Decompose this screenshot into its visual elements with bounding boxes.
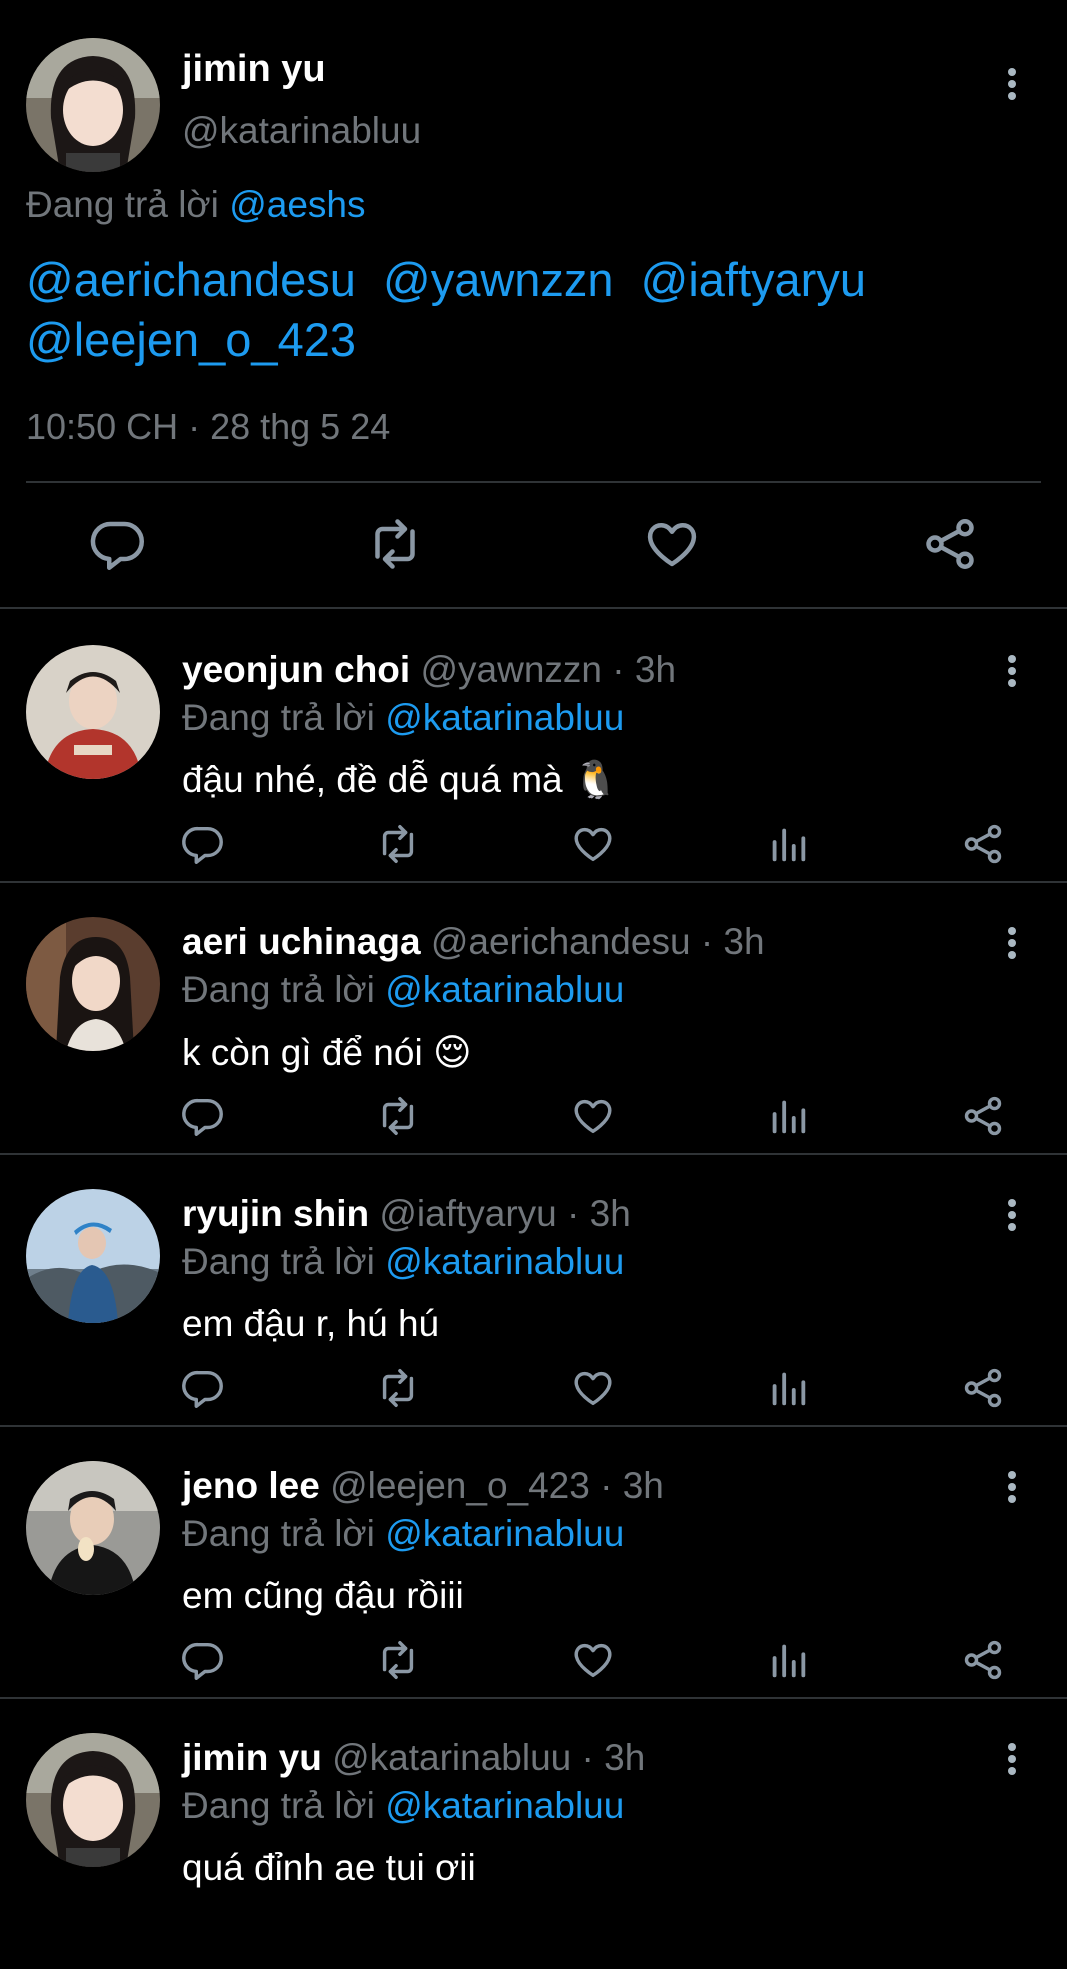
views-icon[interactable] xyxy=(765,821,811,867)
divider xyxy=(26,481,1041,483)
reply-header: yeonjun choi @yawnzzn · 3h xyxy=(182,649,676,691)
more-options-icon[interactable] xyxy=(997,923,1027,963)
replying-to: Đang trả lời @katarinabluu xyxy=(182,1241,624,1283)
replying-to-handle[interactable]: @katarinabluu xyxy=(385,1785,624,1826)
reply-text: đậu nhé, đề dễ quá mà 🐧 xyxy=(182,759,619,800)
mention-link[interactable]: @yawnzzn xyxy=(383,253,614,306)
retweet-icon[interactable] xyxy=(375,821,421,867)
replying-to-handle[interactable]: @katarinabluu xyxy=(385,969,624,1010)
display-name[interactable]: jimin yu xyxy=(182,1737,322,1778)
views-icon[interactable] xyxy=(765,1637,811,1683)
replying-to: Đang trả lời @katarinabluu xyxy=(182,969,624,1011)
reply-header: aeri uchinaga @aerichandesu · 3h xyxy=(182,921,765,963)
retweet-icon[interactable] xyxy=(375,1365,421,1411)
replying-to: Đang trả lời @katarinabluu xyxy=(182,1785,624,1827)
replying-to: Đang trả lời @katarinabluu xyxy=(182,697,624,739)
replying-to-label: Đang trả lời xyxy=(182,1241,375,1282)
reply-tweet[interactable]: jeno lee @leejen_o_423 · 3h Đang trả lời… xyxy=(0,1425,1067,1699)
retweet-icon[interactable] xyxy=(375,1093,421,1139)
reply-text: em cũng đậu rồiii xyxy=(182,1575,464,1616)
relative-time: · 3h xyxy=(581,1737,646,1778)
reply-tweet[interactable]: aeri uchinaga @aerichandesu · 3h Đang tr… xyxy=(0,881,1067,1155)
display-name[interactable]: jimin yu xyxy=(182,48,326,91)
reply-header: jeno lee @leejen_o_423 · 3h xyxy=(182,1465,664,1507)
replying-to-label: Đang trả lời xyxy=(182,1785,375,1826)
replying-to-label: Đang trả lời xyxy=(182,697,375,738)
avatar[interactable] xyxy=(26,1189,160,1323)
mention-link[interactable]: @aerichandesu xyxy=(26,253,356,306)
avatar[interactable] xyxy=(26,1733,160,1867)
replying-to-handle[interactable]: @katarinabluu xyxy=(385,697,624,738)
like-icon[interactable] xyxy=(642,514,702,574)
share-icon[interactable] xyxy=(960,821,1006,867)
more-options-icon[interactable] xyxy=(997,1467,1027,1507)
more-options-icon[interactable] xyxy=(997,1739,1027,1779)
replying-to-label: Đang trả lời xyxy=(182,969,375,1010)
display-name[interactable]: ryujin shin xyxy=(182,1193,369,1234)
user-handle[interactable]: @iaftyaryu xyxy=(379,1193,556,1234)
more-options-icon[interactable] xyxy=(997,64,1027,104)
mention-link[interactable]: @iaftyaryu xyxy=(641,253,866,306)
reply-tweet[interactable]: jimin yu @katarinabluu · 3h Đang trả lời… xyxy=(0,1697,1067,1969)
replying-to: Đang trả lời @aeshs xyxy=(26,184,365,226)
reply-header: jimin yu @katarinabluu · 3h xyxy=(182,1737,645,1779)
tweet-text: @aerichandesu @yawnzzn @iaftyaryu @leeje… xyxy=(26,250,1026,370)
replying-to-handle[interactable]: @katarinabluu xyxy=(385,1241,624,1282)
like-icon[interactable] xyxy=(570,821,616,867)
avatar[interactable] xyxy=(26,917,160,1051)
avatar[interactable] xyxy=(26,38,160,172)
user-handle[interactable]: @katarinabluu xyxy=(332,1737,571,1778)
replying-to: Đang trả lời @katarinabluu xyxy=(182,1513,624,1555)
views-icon[interactable] xyxy=(765,1365,811,1411)
share-icon[interactable] xyxy=(960,1093,1006,1139)
reply-icon[interactable] xyxy=(180,1093,226,1139)
retweet-icon[interactable] xyxy=(365,514,425,574)
user-handle[interactable]: @katarinabluu xyxy=(182,110,421,152)
reply-text: k còn gì để nói 😌 xyxy=(182,1032,472,1073)
retweet-icon[interactable] xyxy=(375,1637,421,1683)
reply-icon[interactable] xyxy=(180,1637,226,1683)
relative-time: · 3h xyxy=(567,1193,631,1234)
like-icon[interactable] xyxy=(570,1093,616,1139)
more-options-icon[interactable] xyxy=(997,1195,1027,1235)
replying-to-handle[interactable]: @katarinabluu xyxy=(385,1513,624,1554)
relative-time: · 3h xyxy=(600,1465,664,1506)
like-icon[interactable] xyxy=(570,1637,616,1683)
user-handle[interactable]: @leejen_o_423 xyxy=(330,1465,590,1506)
relative-time: · 3h xyxy=(612,649,677,690)
more-options-icon[interactable] xyxy=(997,651,1027,691)
replying-to-label: Đang trả lời xyxy=(182,1513,375,1554)
reply-text: em đậu r, hú hú xyxy=(182,1303,440,1344)
display-name[interactable]: aeri uchinaga xyxy=(182,921,421,962)
mention-link[interactable]: @leejen_o_423 xyxy=(26,313,356,366)
user-handle[interactable]: @yawnzzn xyxy=(420,649,602,690)
reply-icon[interactable] xyxy=(88,514,148,574)
replying-to-label: Đang trả lời xyxy=(26,184,219,225)
like-icon[interactable] xyxy=(570,1365,616,1411)
reply-tweet[interactable]: ryujin shin @iaftyaryu · 3h Đang trả lời… xyxy=(0,1153,1067,1427)
reply-icon[interactable] xyxy=(180,821,226,867)
share-icon[interactable] xyxy=(960,1365,1006,1411)
timestamp[interactable]: 10:50 CH · 28 thg 5 24 xyxy=(26,406,390,448)
main-tweet: jimin yu @katarinabluu Đang trả lời @aes… xyxy=(0,0,1067,609)
display-name[interactable]: jeno lee xyxy=(182,1465,320,1506)
avatar[interactable] xyxy=(26,645,160,779)
avatar[interactable] xyxy=(26,1461,160,1595)
share-icon[interactable] xyxy=(920,514,980,574)
reply-header: ryujin shin @iaftyaryu · 3h xyxy=(182,1193,631,1235)
display-name[interactable]: yeonjun choi xyxy=(182,649,410,690)
reply-icon[interactable] xyxy=(180,1365,226,1411)
share-icon[interactable] xyxy=(960,1637,1006,1683)
user-handle[interactable]: @aerichandesu xyxy=(431,921,691,962)
views-icon[interactable] xyxy=(765,1093,811,1139)
replying-to-handle[interactable]: @aeshs xyxy=(229,184,365,225)
reply-tweet[interactable]: yeonjun choi @yawnzzn · 3h Đang trả lời … xyxy=(0,609,1067,883)
reply-text: quá đỉnh ae tui ơii xyxy=(182,1847,476,1888)
relative-time: · 3h xyxy=(700,921,765,962)
